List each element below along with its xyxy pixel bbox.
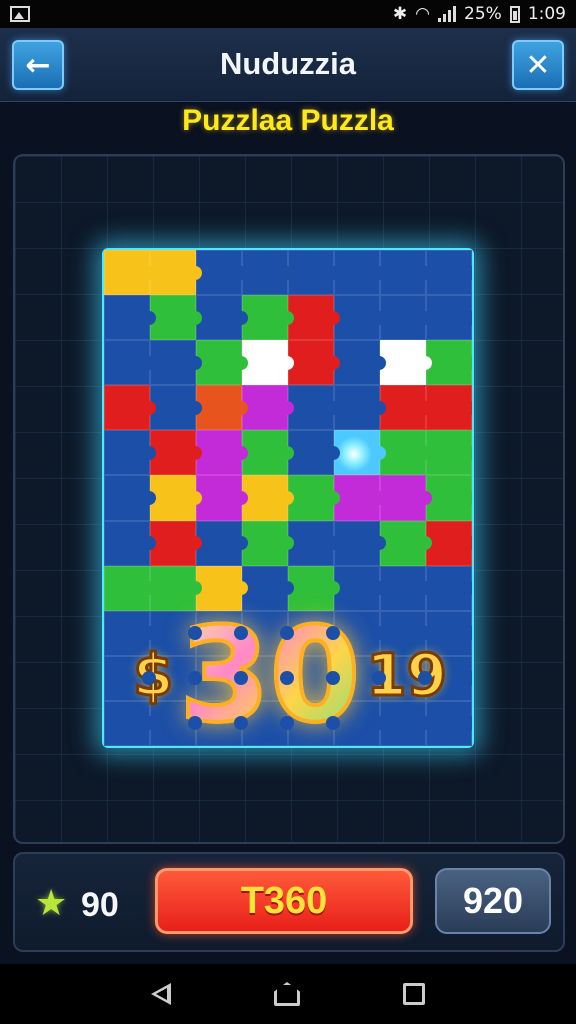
puzzle-piece[interactable] xyxy=(196,250,248,296)
puzzle-piece[interactable] xyxy=(380,520,432,566)
puzzle-piece[interactable] xyxy=(288,475,340,521)
clock: 1:09 xyxy=(527,4,566,24)
bottom-bar: ★ 90 T360 920 xyxy=(13,852,565,952)
close-button[interactable]: ✕ xyxy=(512,40,564,90)
puzzle-piece[interactable] xyxy=(380,385,432,431)
puzzle-piece[interactable] xyxy=(150,385,202,431)
puzzle-piece[interactable] xyxy=(380,295,432,341)
puzzle-piece[interactable] xyxy=(150,430,202,476)
header: ← Nuduzzia ✕ xyxy=(0,28,576,102)
puzzle-piece[interactable] xyxy=(426,385,472,431)
signal-icon xyxy=(438,6,457,22)
puzzle-piece[interactable] xyxy=(334,340,386,386)
puzzle-subtitle: Puzzlaa Puzzla xyxy=(182,104,394,137)
puzzle-piece[interactable] xyxy=(334,250,386,296)
puzzle-piece[interactable] xyxy=(426,520,472,566)
status-bar: ✱ ◠ 25% 1:09 xyxy=(0,0,576,28)
puzzle-piece[interactable] xyxy=(288,250,340,296)
puzzle-piece[interactable] xyxy=(288,385,340,431)
puzzle-piece[interactable] xyxy=(334,295,386,341)
page-title: Nuduzzia xyxy=(219,46,357,81)
play-button[interactable]: T360 xyxy=(155,868,413,934)
puzzle-piece[interactable] xyxy=(380,340,432,386)
puzzle-piece[interactable] xyxy=(196,385,248,431)
secondary-button[interactable]: 920 xyxy=(435,868,551,934)
puzzle-piece[interactable] xyxy=(242,250,294,296)
puzzle-piece[interactable] xyxy=(196,520,248,566)
puzzle-piece[interactable] xyxy=(242,520,294,566)
sparkle-icon xyxy=(336,436,372,472)
puzzle-piece[interactable] xyxy=(288,295,340,341)
puzzle-piece[interactable] xyxy=(104,295,156,341)
puzzle-piece[interactable] xyxy=(242,430,294,476)
puzzle-piece[interactable] xyxy=(426,340,472,386)
bluetooth-icon: ✱ xyxy=(392,4,408,24)
puzzle-piece[interactable] xyxy=(196,340,248,386)
puzzle-piece[interactable] xyxy=(242,340,294,386)
puzzle-piece[interactable] xyxy=(150,340,202,386)
nav-back-icon[interactable] xyxy=(151,983,172,1005)
puzzle-piece[interactable] xyxy=(150,520,202,566)
puzzle-piece[interactable] xyxy=(104,520,156,566)
puzzle-piece[interactable] xyxy=(242,385,294,431)
puzzle-piece[interactable] xyxy=(150,475,202,521)
puzzle-piece[interactable] xyxy=(150,250,202,296)
system-nav-bar xyxy=(0,964,576,1024)
puzzle-piece[interactable] xyxy=(334,385,386,431)
battery-percent: 25% xyxy=(464,4,502,24)
puzzle-piece[interactable] xyxy=(426,430,472,476)
battery-icon xyxy=(509,5,520,23)
puzzle-piece[interactable] xyxy=(104,250,156,296)
puzzle-piece[interactable] xyxy=(380,430,432,476)
puzzle-piece[interactable] xyxy=(426,475,472,521)
puzzle-piece[interactable] xyxy=(426,250,472,296)
puzzle-piece[interactable] xyxy=(288,430,340,476)
puzzle-piece[interactable] xyxy=(104,430,156,476)
wifi-icon: ◠ xyxy=(415,4,431,24)
puzzle-piece[interactable] xyxy=(334,475,386,521)
puzzle-piece[interactable] xyxy=(288,520,340,566)
puzzle-piece[interactable] xyxy=(196,430,248,476)
puzzle-piece[interactable] xyxy=(104,385,156,431)
nav-home-icon[interactable] xyxy=(273,982,300,1006)
close-icon: ✕ xyxy=(525,47,551,83)
puzzle-piece[interactable] xyxy=(242,475,294,521)
puzzle-piece[interactable] xyxy=(104,475,156,521)
puzzle-piece[interactable] xyxy=(104,340,156,386)
puzzle-piece[interactable] xyxy=(196,295,248,341)
puzzle-piece[interactable] xyxy=(288,340,340,386)
gallery-icon xyxy=(10,6,30,22)
nav-recents-icon[interactable] xyxy=(402,983,425,1005)
puzzle-piece[interactable] xyxy=(196,475,248,521)
coin-count: 90 xyxy=(81,886,119,924)
puzzle-piece[interactable] xyxy=(334,520,386,566)
star-icon: ★ xyxy=(35,883,68,924)
puzzle-piece[interactable] xyxy=(380,250,432,296)
puzzle-piece[interactable] xyxy=(426,295,472,341)
puzzle-piece[interactable] xyxy=(380,475,432,521)
puzzle-piece[interactable] xyxy=(150,295,202,341)
puzzle-piece[interactable] xyxy=(242,295,294,341)
